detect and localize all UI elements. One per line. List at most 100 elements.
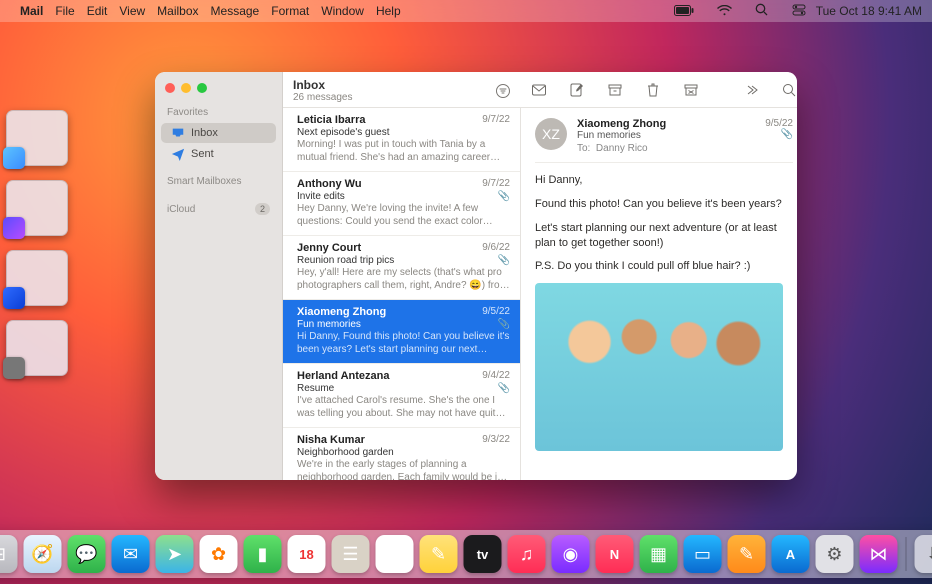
- dock-numbers[interactable]: ▦: [640, 535, 678, 573]
- menu-message[interactable]: Message: [211, 4, 260, 18]
- menu-file[interactable]: File: [55, 4, 74, 18]
- menu-window[interactable]: Window: [321, 4, 364, 18]
- dock-messages[interactable]: 💬: [68, 535, 106, 573]
- mark-read-icon[interactable]: [531, 82, 547, 98]
- window-controls: [155, 80, 282, 103]
- status-icons: [654, 3, 806, 19]
- reader-to-label: To:: [577, 143, 590, 154]
- search-icon[interactable]: [781, 82, 797, 98]
- menu-edit[interactable]: Edit: [87, 4, 108, 18]
- avatar: XZ: [535, 118, 567, 150]
- menu-view[interactable]: View: [119, 4, 145, 18]
- dock-tv[interactable]: tv: [464, 535, 502, 573]
- attachment-image[interactable]: [535, 283, 783, 451]
- sidebar-item-inbox[interactable]: Inbox: [161, 123, 276, 143]
- wifi-icon[interactable]: [707, 5, 735, 19]
- menu-help[interactable]: Help: [376, 4, 401, 18]
- sidebar-item-sent[interactable]: Sent: [161, 144, 276, 164]
- menu-clock[interactable]: Tue Oct 18 9:41 AM: [816, 4, 922, 18]
- msg-from: Nisha Kumar: [297, 434, 365, 446]
- msg-preview: I've attached Carol's resume. She's the …: [297, 395, 510, 420]
- dock-podcasts[interactable]: ◉: [552, 535, 590, 573]
- msg-from: Leticia Ibarra: [297, 114, 365, 126]
- dock-pages[interactable]: ✎: [728, 535, 766, 573]
- msg-subject: Neighborhood garden: [297, 447, 394, 458]
- msg-subject: Reunion road trip pics: [297, 255, 394, 266]
- dock-appstore[interactable]: A: [772, 535, 810, 573]
- reader-paragraph: Hi Danny,: [535, 173, 793, 188]
- dock-photos[interactable]: ✿: [200, 535, 238, 573]
- msg-from: Herland Antezana: [297, 370, 390, 382]
- attachment-icon: 📎: [765, 129, 793, 140]
- junk-icon[interactable]: [683, 82, 699, 98]
- dock-separator: [906, 537, 907, 571]
- dock: ☺⊞🧭💬✉➤✿▮18☰⋮✎tv♫◉N▦▭✎A⚙⋈⬇🗑: [0, 530, 932, 578]
- message-row[interactable]: Herland Antezana9/4/22Resume📎I've attach…: [283, 364, 520, 428]
- stage-thumb[interactable]: [6, 250, 68, 306]
- stage-thumb[interactable]: [6, 110, 68, 166]
- msg-date: 9/7/22: [482, 114, 510, 126]
- dock-reminders[interactable]: ⋮: [376, 535, 414, 573]
- attachment-icon: 📎: [498, 191, 510, 202]
- dock-music[interactable]: ♫: [508, 535, 546, 573]
- fullscreen-button[interactable]: [197, 83, 207, 93]
- spotlight-icon[interactable]: [745, 5, 771, 19]
- dock-launchpad[interactable]: ⊞: [0, 535, 18, 573]
- filter-icon[interactable]: [495, 83, 511, 99]
- msg-date: 9/3/22: [482, 434, 510, 446]
- close-button[interactable]: [165, 83, 175, 93]
- dock-safari[interactable]: 🧭: [24, 535, 62, 573]
- dock-notes[interactable]: ✎: [420, 535, 458, 573]
- reader-paragraph: P.S. Do you think I could pull off blue …: [535, 259, 793, 274]
- battery-icon[interactable]: [664, 5, 697, 19]
- dock-calendar[interactable]: 18: [288, 535, 326, 573]
- sidebar-section-icloud[interactable]: iCloud 2: [155, 199, 282, 219]
- reader-from: Xiaomeng Zhong: [577, 118, 755, 130]
- dock-mail[interactable]: ✉: [112, 535, 150, 573]
- app-menu[interactable]: Mail: [20, 4, 43, 18]
- message-row[interactable]: Nisha Kumar9/3/22Neighborhood gardenWe'r…: [283, 428, 520, 480]
- mail-window: Favorites Inbox Sent Smart Mailboxes iCl…: [155, 72, 797, 480]
- message-list[interactable]: Leticia Ibarra 9/7/22 Next episode's guest…: [283, 108, 521, 480]
- attachment-icon: 📎: [498, 383, 510, 394]
- dock-keynote[interactable]: ▭: [684, 535, 722, 573]
- reader-paragraph: Let's start planning our next adventure …: [535, 221, 793, 251]
- msg-from: Jenny Court: [297, 242, 361, 254]
- sidebar-section-label: iCloud: [167, 204, 195, 215]
- msg-preview: Morning! I was put in touch with Tania b…: [297, 139, 510, 164]
- message-row[interactable]: Jenny Court9/6/22Reunion road trip pics📎…: [283, 236, 520, 300]
- archive-icon[interactable]: [607, 82, 623, 98]
- stage-thumb[interactable]: [6, 320, 68, 376]
- dock-shortcuts[interactable]: ⋈: [860, 535, 898, 573]
- sidebar-item-label: Sent: [191, 148, 214, 160]
- minimize-button[interactable]: [181, 83, 191, 93]
- sidebar-section-smart: Smart Mailboxes: [155, 172, 282, 191]
- reader-toolbar: [521, 72, 797, 108]
- dock-downloads[interactable]: ⬇: [915, 535, 932, 573]
- message-row[interactable]: Xiaomeng Zhong9/5/22Fun memories📎Hi Dann…: [283, 300, 520, 364]
- menu-format[interactable]: Format: [271, 4, 309, 18]
- menu-mailbox[interactable]: Mailbox: [157, 4, 198, 18]
- msg-preview: Hi Danny, Found this photo! Can you beli…: [297, 331, 510, 356]
- message-row[interactable]: Anthony Wu9/7/22Invite edits📎Hey Danny, …: [283, 172, 520, 236]
- dock-contacts[interactable]: ☰: [332, 535, 370, 573]
- reader-to: Danny Rico: [596, 143, 648, 154]
- stage-thumb[interactable]: [6, 180, 68, 236]
- reader-date: 9/5/22: [765, 118, 793, 129]
- dock-news[interactable]: N: [596, 535, 634, 573]
- trash-icon[interactable]: [645, 82, 661, 98]
- control-center-icon[interactable]: [782, 5, 806, 19]
- sidebar-badge: 2: [255, 203, 270, 215]
- attachment-icon: 📎: [498, 255, 510, 266]
- dock-settings[interactable]: ⚙: [816, 535, 854, 573]
- dock-facetime[interactable]: ▮: [244, 535, 282, 573]
- msg-subject: Next episode's guest: [297, 127, 390, 138]
- message-row[interactable]: Leticia Ibarra 9/7/22 Next episode's guest…: [283, 108, 520, 172]
- dock-maps[interactable]: ➤: [156, 535, 194, 573]
- reader-subject: Fun memories: [577, 130, 755, 141]
- mail-sidebar: Favorites Inbox Sent Smart Mailboxes iCl…: [155, 72, 283, 480]
- reader-pane: XZ Xiaomeng Zhong Fun memories To: Danny…: [521, 108, 797, 480]
- msg-subject: Resume: [297, 383, 334, 394]
- compose-icon[interactable]: [569, 82, 585, 98]
- more-icon[interactable]: [743, 82, 759, 98]
